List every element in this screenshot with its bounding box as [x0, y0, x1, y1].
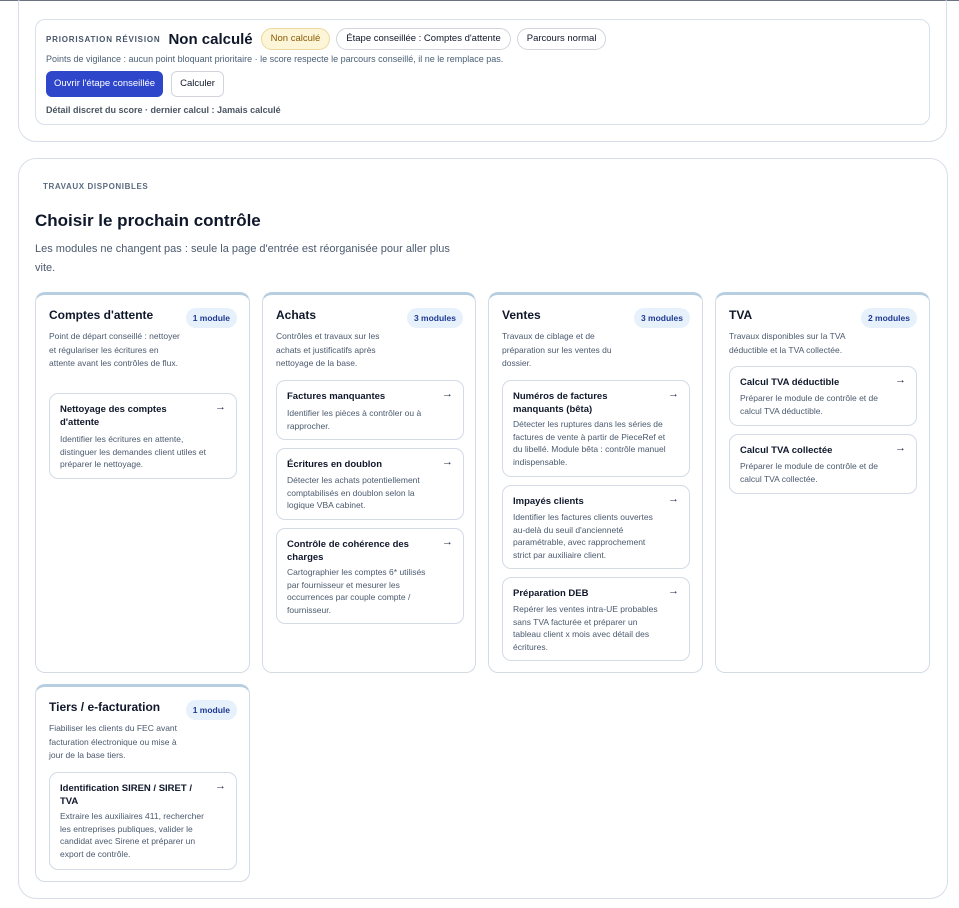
category-description: Fiabiliser les clients du FEC avant fact…: [49, 723, 178, 760]
module-description: Préparer le module de contrôle et de cal…: [740, 461, 878, 484]
category-description: Point de départ conseillé : nettoyer et …: [49, 331, 180, 368]
module-count-badge: 3 modules: [633, 308, 690, 328]
travaux-kicker: TRAVAUX DISPONIBLES: [43, 182, 149, 191]
calculate-button[interactable]: Calculer: [171, 71, 224, 97]
module-description: Identifier les factures clients ouvertes…: [513, 512, 653, 560]
category-ventes: Ventes 3 modules Travaux de ciblage et d…: [488, 292, 703, 673]
module-title: Numéros de factures manquants (bêta): [513, 391, 608, 415]
arrow-right-icon: →: [215, 780, 226, 792]
module-count-badge: 1 module: [185, 308, 237, 328]
arrow-right-icon: →: [442, 456, 453, 468]
module-numeros-factures-manquants[interactable]: Numéros de factures manquants (bêta) → D…: [502, 380, 690, 477]
path-badge: Parcours normal: [516, 28, 607, 50]
module-description: Extraire les auxiliaires 411, rechercher…: [60, 811, 204, 859]
module-impayes-clients[interactable]: Impayés clients → Identifier les facture…: [502, 485, 690, 569]
category-title: Tiers / e-facturation: [49, 700, 161, 714]
priorisation-header: PRIORISATION RÉVISION Non calculé Non ca…: [46, 28, 607, 50]
module-title: Identification SIREN / SIRET / TVA: [60, 783, 192, 807]
module-ecritures-doublon[interactable]: Écritures en doublon → Détecter les acha…: [276, 448, 464, 520]
module-count-badge: 3 modules: [406, 308, 463, 328]
open-recommended-step-button[interactable]: Ouvrir l'étape conseillée: [46, 71, 164, 97]
arrow-right-icon: →: [895, 374, 906, 386]
score-detail: Détail discret du score · dernier calcul…: [46, 105, 281, 115]
module-title: Contrôle de cohérence des charges: [287, 539, 409, 563]
module-nettoyage-comptes-attente[interactable]: Nettoyage des comptes d'attente → Identi…: [49, 393, 237, 479]
recommended-step-badge: Étape conseillée : Comptes d'attente: [336, 28, 511, 50]
priorisation-card: PRIORISATION RÉVISION Non calculé Non ca…: [35, 19, 930, 125]
category-title: TVA: [729, 308, 753, 322]
category-description: Contrôles et travaux sur les achats et j…: [276, 331, 380, 368]
category-achats: Achats 3 modules Contrôles et travaux su…: [262, 292, 476, 673]
category-title: Achats: [276, 308, 317, 322]
category-description: Travaux de ciblage et de préparation sur…: [502, 331, 612, 368]
category-title: Comptes d'attente: [49, 308, 154, 322]
module-title: Calcul TVA collectée: [740, 445, 833, 456]
status-badge: Non calculé: [260, 28, 331, 50]
module-factures-manquantes[interactable]: Factures manquantes → Identifier les piè…: [276, 380, 464, 440]
page-title: Choisir le prochain contrôle: [35, 211, 261, 230]
category-title: Ventes: [502, 308, 541, 322]
module-title: Calcul TVA déductible: [740, 377, 840, 388]
module-title: Nettoyage des comptes d'attente: [60, 404, 167, 428]
arrow-right-icon: →: [668, 585, 679, 597]
module-title: Impayés clients: [513, 496, 584, 507]
module-description: Détecter les ruptures dans les séries de…: [513, 419, 666, 467]
module-title: Préparation DEB: [513, 588, 589, 599]
module-description: Cartographier les comptes 6* utilisés pa…: [287, 567, 426, 615]
priorisation-score: Non calculé: [168, 30, 253, 48]
arrow-right-icon: →: [668, 493, 679, 505]
page-subtitle: Les modules ne changent pas : seule la p…: [35, 243, 450, 274]
module-description: Détecter les achats potentiellement comp…: [287, 475, 420, 510]
arrow-right-icon: →: [215, 401, 226, 413]
priorisation-actions: Ouvrir l'étape conseillée Calculer: [46, 71, 224, 97]
category-tiers-efacturation: Tiers / e-facturation 1 module Fiabilise…: [35, 684, 250, 882]
arrow-right-icon: →: [668, 388, 679, 400]
module-description: Préparer le module de contrôle et de cal…: [740, 393, 878, 416]
module-title: Factures manquantes: [287, 391, 386, 402]
arrow-right-icon: →: [895, 442, 906, 454]
arrow-right-icon: →: [442, 536, 453, 548]
module-coherence-charges[interactable]: Contrôle de cohérence des charges → Cart…: [276, 528, 464, 624]
module-title: Écritures en doublon: [287, 459, 383, 470]
priorisation-kicker: PRIORISATION RÉVISION: [46, 34, 161, 44]
module-tva-collectee[interactable]: Calcul TVA collectée → Préparer le modul…: [729, 434, 917, 494]
module-preparation-deb[interactable]: Préparation DEB → Repérer les ventes int…: [502, 577, 690, 661]
arrow-right-icon: →: [442, 388, 453, 400]
category-tva: TVA 2 modules Travaux disponibles sur la…: [715, 292, 930, 673]
module-count-badge: 2 modules: [860, 308, 917, 328]
module-description: Identifier les pièces à contrôler ou à r…: [287, 408, 422, 431]
module-count-badge: 1 module: [185, 700, 237, 720]
module-description: Identifier les écritures en attente, dis…: [60, 434, 206, 469]
vigilance-note: Points de vigilance : aucun point bloqua…: [46, 54, 504, 64]
module-tva-deductible[interactable]: Calcul TVA déductible → Préparer le modu…: [729, 366, 917, 426]
module-description: Repérer les ventes intra-UE probables sa…: [513, 604, 658, 652]
category-comptes-attente: Comptes d'attente 1 module Point de dépa…: [35, 292, 250, 673]
module-identification-siren[interactable]: Identification SIREN / SIRET / TVA → Ext…: [49, 772, 237, 870]
category-description: Travaux disponibles sur la TVA déductibl…: [729, 331, 846, 355]
